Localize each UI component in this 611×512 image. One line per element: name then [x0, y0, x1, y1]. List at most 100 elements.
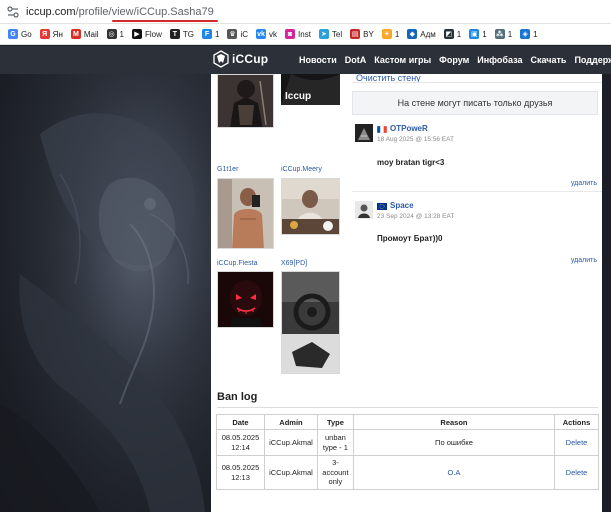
- vk-icon: vk: [256, 29, 267, 39]
- url-text[interactable]: iccup.com/profile/view/iCCup.Sasha79: [26, 6, 218, 22]
- bookmark-item[interactable]: ♛ iC: [227, 29, 248, 39]
- col-header-admin: Admin: [263, 414, 318, 430]
- france-flag-icon: [377, 126, 387, 133]
- bookmark-label: 1: [507, 29, 513, 39]
- post-text: moy bratan tigr<3: [377, 158, 445, 167]
- iccup-icon: ♛: [227, 29, 238, 39]
- nav-item[interactable]: Скачать: [530, 55, 566, 65]
- post-delete-link[interactable]: удалить: [571, 257, 597, 264]
- bookmark-item[interactable]: F1: [202, 29, 219, 39]
- bookmark-4-icon: ⁂: [494, 29, 505, 39]
- google-icon: G: [8, 29, 18, 39]
- friend-photo-3[interactable]: [217, 178, 274, 249]
- nav-item[interactable]: Новости: [299, 55, 337, 65]
- bookmark-item[interactable]: ◎ 1: [106, 29, 124, 39]
- bookmark-item[interactable]: ☀ 1: [381, 29, 399, 39]
- nav-item[interactable]: Кастом игры: [374, 55, 431, 65]
- bookmark-item[interactable]: Я Ян: [39, 29, 63, 39]
- post-date: 23 Sep 2024 @ 13:28 EAT: [377, 213, 455, 220]
- post-author[interactable]: Space: [390, 201, 414, 210]
- post-avatar[interactable]: [355, 124, 373, 142]
- bookmark-item[interactable]: vk vk: [256, 29, 277, 39]
- friend-name-1[interactable]: G1t1er: [217, 166, 238, 173]
- mail-icon: M: [70, 29, 81, 39]
- clear-wall-link[interactable]: Очистить стену: [352, 74, 602, 83]
- banlog-divider: [217, 407, 598, 408]
- delete-button[interactable]: Delete: [554, 455, 599, 490]
- friend-name-2[interactable]: iCCup.Meery: [281, 166, 322, 173]
- post-delete-link[interactable]: удалить: [571, 180, 597, 187]
- profile-content: Iccup G1t1er iCCup.Meery iCCup.Fiesta X6…: [211, 74, 602, 512]
- friend-photo-4[interactable]: [281, 178, 340, 235]
- banlog-table: Date Admin Type Reason Actions 08.05.202…: [216, 414, 599, 490]
- bookmark-item[interactable]: ▶ Flow: [132, 29, 162, 39]
- nav-item[interactable]: Поддержка: [574, 55, 611, 65]
- site-logo[interactable]: iCCup: [212, 50, 268, 68]
- bookmark-item[interactable]: ▣ 1: [469, 29, 487, 39]
- chatgpt-icon: ◎: [106, 29, 117, 39]
- bookmark-label: Ян: [52, 29, 63, 39]
- post-date: 18 Aug 2025 @ 15:56 EAT: [377, 136, 454, 143]
- delete-button[interactable]: Delete: [554, 429, 599, 456]
- bookmark-item[interactable]: ⁂ 1: [494, 29, 513, 39]
- bookmark-5-icon: ◈: [520, 29, 531, 39]
- bookmark-label: Inst: [298, 29, 311, 39]
- bookmark-2-icon: ◩: [443, 29, 454, 39]
- friend-photo-overlay-text: Iccup: [285, 91, 312, 102]
- bookmark-item[interactable]: ◙ Inst: [285, 29, 311, 39]
- address-bar[interactable]: iccup.com/profile/view/iCCup.Sasha79: [0, 0, 611, 24]
- bookmark-label: 1: [456, 29, 462, 39]
- post-avatar[interactable]: [355, 201, 373, 219]
- eu-flag-icon: [377, 203, 387, 210]
- bookmark-item[interactable]: ◩ 1: [443, 29, 462, 39]
- post-divider: [352, 191, 602, 192]
- nav-item[interactable]: Форум: [439, 55, 469, 65]
- cell-date: 08.05.2025 12:14: [216, 429, 265, 456]
- col-header-date: Date: [216, 414, 265, 430]
- wall-notice: На стене могут писать только друзья: [352, 91, 598, 115]
- instagram-icon: ◙: [285, 29, 296, 39]
- nav-item[interactable]: Инфобаза: [477, 55, 522, 65]
- friend-photo-5[interactable]: [217, 271, 274, 328]
- bookmark-label: TG: [182, 29, 194, 39]
- cell-type: 3-account only: [316, 455, 354, 490]
- page-root: iccup.com/profile/view/iCCup.Sasha79 G Go…: [0, 0, 611, 512]
- site-logo-text: iCCup: [232, 52, 269, 66]
- nav-item[interactable]: DotA: [345, 55, 367, 65]
- bookmark-item[interactable]: M Mail: [70, 29, 99, 39]
- bookmark-label: iC: [240, 29, 249, 39]
- friend-name-4[interactable]: X69[PD]: [281, 260, 307, 267]
- bookmark-label: 1: [215, 29, 220, 39]
- telegram-icon: ➤: [318, 29, 329, 39]
- bookmark-label: BY: [363, 29, 374, 39]
- friend-name-3[interactable]: iCCup.Fiesta: [217, 260, 257, 267]
- bookmark-item[interactable]: G Go: [8, 29, 32, 39]
- sun-icon: ☀: [381, 29, 392, 39]
- friend-photo-2[interactable]: Iccup: [281, 74, 340, 105]
- cell-admin: iCCup.Akmal: [263, 455, 318, 490]
- wall-post: OTPoweR 18 Aug 2025 @ 15:56 EAT moy brat…: [352, 124, 602, 194]
- bookmark-item[interactable]: ➤ Tel: [318, 29, 342, 39]
- friend-photo-1[interactable]: [217, 74, 274, 128]
- bookmark-item[interactable]: T TG: [169, 29, 194, 39]
- col-header-type: Type: [316, 414, 354, 430]
- banlog-title: Ban log: [217, 391, 258, 403]
- bookmark-label: vk: [269, 29, 278, 39]
- cell-type: unban type - 1: [316, 429, 354, 456]
- bookmark-item[interactable]: ▤ BY: [350, 29, 374, 39]
- cell-reason: По ошибке: [352, 429, 556, 456]
- bookmark-3-icon: ▣: [469, 29, 480, 39]
- by-icon: ▤: [350, 29, 361, 39]
- bookmark-item[interactable]: ◆ Адм: [407, 29, 436, 39]
- tg-icon: T: [169, 29, 180, 39]
- site-settings-icon[interactable]: [6, 5, 20, 19]
- bookmark-label: 1: [119, 29, 124, 39]
- friend-photo-6[interactable]: [281, 271, 340, 374]
- post-author[interactable]: OTPoweR: [390, 124, 428, 133]
- bookmark-1-icon: F: [202, 29, 212, 39]
- col-header-actions: Actions: [554, 414, 599, 430]
- bookmark-item[interactable]: ◈ 1: [520, 29, 538, 39]
- table-row: 08.05.2025 12:14 iCCup.Akmal unban type …: [216, 429, 599, 456]
- cell-date: 08.05.2025 12:13: [216, 455, 265, 490]
- bookmark-label: Flow: [145, 29, 162, 39]
